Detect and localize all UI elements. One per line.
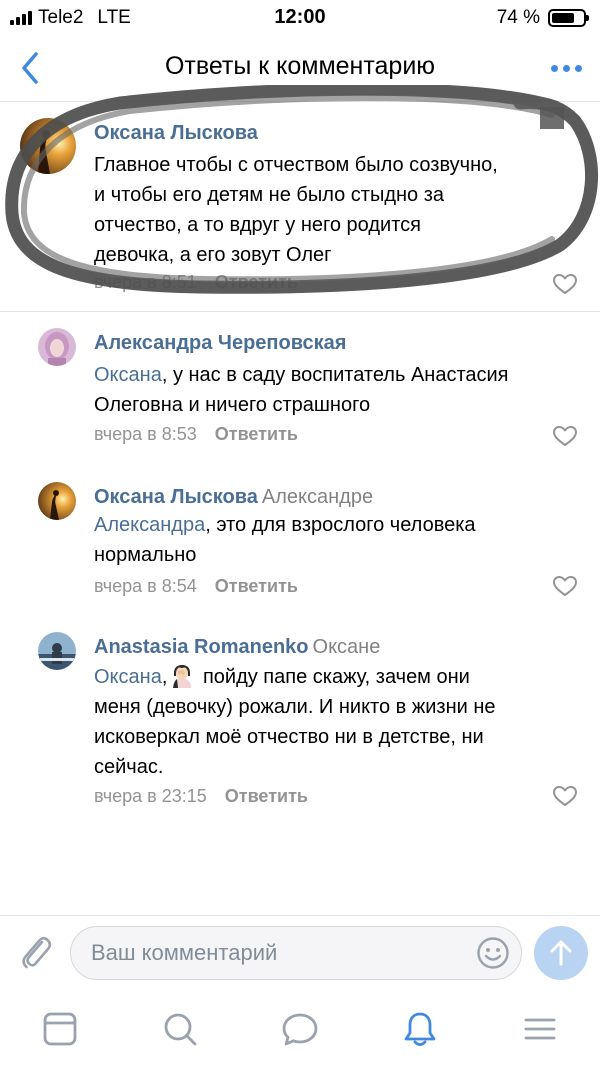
heart-icon[interactable]	[552, 784, 578, 808]
text-line: Оксана, пойду папе скажу, зачем они	[94, 662, 496, 692]
more-dots-icon	[550, 64, 558, 72]
mention-link[interactable]: Александра	[94, 514, 205, 536]
search-icon[interactable]	[160, 1009, 200, 1049]
page-title: Ответы к комментарию	[164, 52, 436, 80]
author-line: Оксана Лыскова	[94, 122, 258, 145]
battery-percent: 74 %	[496, 7, 540, 28]
mention-link[interactable]: Оксана	[94, 364, 162, 386]
reply-to-name[interactable]: Оксане	[313, 636, 381, 658]
text-fragment: , это для взрослого человека	[205, 514, 476, 536]
author-name[interactable]: Александра Череповская	[94, 332, 346, 354]
comment-text: Главное чтобы с отчеством было созвучно,…	[94, 150, 498, 270]
text-line: Олеговна и ничего страшного	[94, 394, 371, 416]
timestamp: вчера в 8:53	[94, 424, 197, 444]
battery-icon	[548, 9, 589, 27]
text-line: Александра, это для взрослого человека	[94, 510, 476, 540]
text-line: Оксана, у нас в саду воспитатель Анастас…	[94, 360, 509, 390]
comment-text: Оксана, у нас в саду воспитатель Анастас…	[94, 360, 509, 420]
text-line: девочка, а его зовут Олег	[94, 244, 332, 266]
text-line: отчество, а то вдруг у него родится	[94, 214, 421, 236]
battery-fill	[552, 13, 575, 23]
avatar[interactable]	[20, 118, 76, 174]
author-name[interactable]: Оксана Лыскова	[94, 122, 258, 144]
status-bar: Tele2 LTE 12:00 74 %	[0, 0, 600, 34]
mention-link[interactable]: Оксана	[94, 666, 162, 688]
comment-meta: вчера в 8:51 Ответить	[94, 272, 298, 293]
nav-bar: Ответы к комментарию	[0, 34, 600, 102]
comment-meta: вчера в 23:15 Ответить	[94, 786, 308, 807]
comment-2: Александра Череповская Оксана, у нас в с…	[0, 312, 600, 472]
status-right: 74 %	[496, 7, 589, 29]
notifications-icon[interactable]	[400, 1009, 440, 1049]
author-line: Оксана Лыскова Александре	[94, 486, 373, 509]
reply-button[interactable]: Ответить	[215, 576, 298, 596]
more-dot	[574, 64, 582, 72]
more-dot	[562, 64, 570, 72]
text-line: меня (девочку) рожали. И никто в жизни н…	[94, 696, 496, 718]
comment-meta: вчера в 8:54 Ответить	[94, 576, 298, 597]
author-name[interactable]: Оксана Лыскова	[94, 486, 258, 508]
smiley-icon[interactable]	[476, 936, 510, 970]
text-line: и чтобы его детям не было стыдно за	[94, 184, 445, 206]
messages-icon[interactable]	[280, 1009, 320, 1049]
arrow-up-icon	[550, 940, 572, 966]
heart-icon[interactable]	[552, 272, 578, 296]
heart-icon[interactable]	[552, 424, 578, 448]
paperclip-icon[interactable]	[18, 932, 54, 972]
author-line: Александра Череповская	[94, 332, 346, 355]
text-line: исковеркал моё отчество ни в детстве, ни	[94, 726, 484, 748]
avatar-image	[38, 482, 76, 520]
avatar[interactable]	[38, 482, 76, 520]
avatar-image	[20, 118, 76, 174]
text-line: сейчас.	[94, 756, 164, 778]
comment-composer	[0, 915, 600, 989]
text-line: нормально	[94, 544, 197, 566]
author-line: Anastasia Romanenko Оксане	[94, 636, 380, 659]
timestamp: вчера в 8:54	[94, 576, 197, 596]
text-line: Главное чтобы с отчеством было созвучно,	[94, 154, 498, 176]
heart-icon[interactable]	[552, 574, 578, 598]
menu-icon[interactable]	[520, 1009, 560, 1049]
comment-text: Оксана, пойду папе скажу, зачем они меня…	[94, 662, 496, 782]
author-name[interactable]: Anastasia Romanenko	[94, 636, 309, 658]
person-facepalm-icon	[173, 665, 192, 688]
reply-button[interactable]: Ответить	[215, 272, 298, 292]
feed-icon[interactable]	[40, 1009, 80, 1049]
avatar-image	[38, 328, 76, 366]
more-button[interactable]	[546, 54, 586, 82]
tab-bar	[0, 989, 600, 1066]
text-fragment: пойду папе скажу, зачем они	[197, 666, 470, 688]
timestamp: вчера в 23:15	[94, 786, 207, 806]
avatar[interactable]	[38, 632, 76, 670]
comment-3: Оксана Лыскова Александре Александра, это…	[0, 466, 600, 624]
avatar[interactable]	[38, 328, 76, 366]
comment-1: Оксана Лыскова Главное чтобы с отчеством…	[0, 102, 600, 312]
text-fragment: , у нас в саду воспитатель Анастасия	[161, 364, 509, 386]
timestamp: вчера в 8:51	[94, 272, 197, 292]
comment-text: Александра, это для взрослого человека н…	[94, 510, 476, 570]
reply-button[interactable]: Ответить	[225, 786, 308, 806]
avatar-image	[38, 632, 76, 670]
comment-4: Anastasia Romanenko Оксане Оксана, пойду …	[0, 618, 600, 818]
reply-to-name[interactable]: Александре	[262, 486, 373, 508]
comment-input[interactable]	[70, 926, 522, 980]
reply-button[interactable]: Ответить	[215, 424, 298, 444]
comment-meta: вчера в 8:53 Ответить	[94, 424, 298, 445]
send-button[interactable]	[534, 926, 588, 980]
